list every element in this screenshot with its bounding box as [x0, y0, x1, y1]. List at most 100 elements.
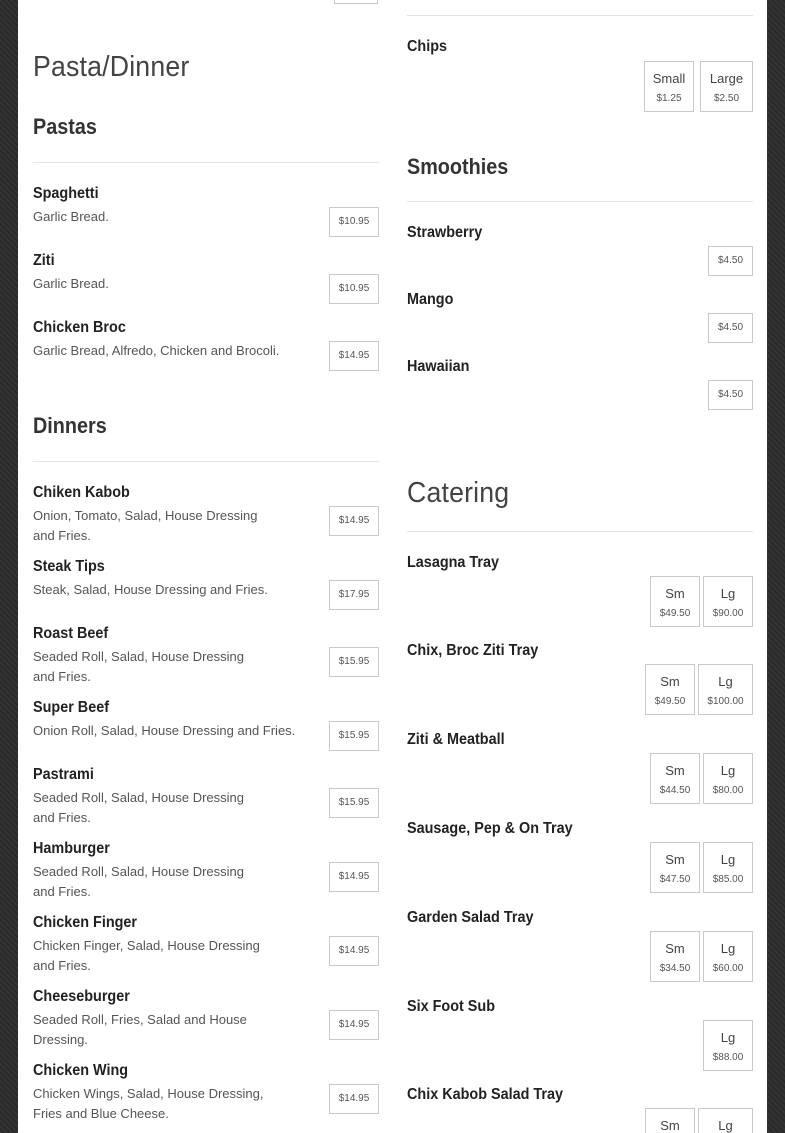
cut-off-price-box[interactable] [334, 0, 378, 4]
price-button[interactable]: $14.95 [329, 936, 379, 966]
menu-item-name: Chicken Wing [33, 1062, 129, 1079]
size-price: $2.50 [713, 93, 740, 104]
menu-item-name: Chix, Broc Ziti Tray [407, 642, 539, 659]
price-button[interactable]: $14.95 [329, 506, 379, 536]
price-button[interactable]: $10.95 [329, 207, 379, 237]
menu-item-name: Mango [407, 291, 454, 308]
price-button[interactable]: $4.50 [708, 380, 753, 410]
price-button[interactable]: $14.95 [329, 862, 379, 892]
menu-item-name: Hamburger [33, 840, 110, 857]
size-label: Lg [720, 763, 736, 778]
menu-item-name: Chicken Broc [33, 319, 126, 336]
menu-item-desc: Garlic Bread. [33, 276, 109, 291]
size-button-sm[interactable]: Sm $34.50 [650, 931, 700, 982]
section-title-pasta-dinner: Pasta/Dinner [33, 51, 190, 83]
menu-item-name: Six Foot Sub [407, 998, 496, 1015]
size-button-sm[interactable]: Sm [645, 1108, 695, 1133]
size-price: $34.50 [659, 963, 691, 974]
menu-item-desc: Steak, Salad, House Dressing and Fries. [33, 582, 268, 597]
category-title-smoothies: Smoothies [407, 154, 509, 179]
size-price: $49.50 [654, 696, 686, 707]
size-label: Lg [720, 1030, 736, 1045]
price-button[interactable]: $17.95 [329, 580, 379, 610]
menu-item-name: Super Beef [33, 699, 110, 716]
price-button[interactable]: $10.95 [329, 274, 379, 304]
size-price: $1.25 [656, 93, 682, 104]
menu-item-desc: Garlic Bread. [33, 209, 109, 224]
divider [33, 162, 379, 163]
menu-page: Pasta/Dinner Pastas Spaghetti Garlic Bre… [18, 0, 767, 1133]
size-button-lg[interactable]: Lg $90.00 [703, 576, 753, 627]
size-label: Sm [660, 674, 680, 689]
menu-item-desc: Seaded Roll, Fries, Salad and House Dres… [33, 1012, 247, 1047]
size-button-sm[interactable]: Sm $47.50 [650, 842, 700, 893]
price-button[interactable]: $14.95 [329, 1084, 379, 1114]
menu-item-name: Sausage, Pep & On Tray [407, 820, 573, 837]
size-button-small[interactable]: Small $1.25 [644, 61, 694, 112]
size-button-large[interactable]: Large $2.50 [700, 61, 753, 112]
price-button[interactable]: $4.50 [708, 246, 753, 276]
menu-item-desc: Chicken Wings, Salad, House Dressing, Fr… [33, 1086, 264, 1121]
size-price: $44.50 [659, 785, 691, 796]
menu-item-desc: Chicken Finger, Salad, House Dressing an… [33, 938, 260, 973]
divider [33, 461, 379, 462]
menu-item-desc: Seaded Roll, Salad, House Dressing and F… [33, 790, 245, 825]
size-price: $49.50 [659, 608, 691, 619]
size-price: $88.00 [712, 1052, 744, 1063]
menu-item-name: Strawberry [407, 224, 483, 241]
menu-item-desc: Garlic Bread, Alfredo, Chicken and Broco… [33, 343, 280, 358]
price-button[interactable]: $15.95 [329, 788, 379, 818]
menu-item-name: Ziti & Meatball [407, 731, 505, 748]
size-label: Lg [720, 941, 736, 956]
size-button-lg[interactable]: Lg [698, 1108, 753, 1133]
price-button[interactable]: $15.95 [329, 647, 379, 677]
size-label: Lg [718, 1118, 733, 1133]
menu-item-desc: Seaded Roll, Salad, House Dressing and F… [33, 864, 245, 899]
menu-item-name: Spaghetti [33, 185, 99, 202]
size-label: Sm [665, 763, 685, 778]
size-price: $90.00 [712, 608, 744, 619]
divider [407, 531, 753, 532]
size-button-lg[interactable]: Lg $60.00 [703, 931, 753, 982]
size-price: $47.50 [659, 874, 691, 885]
divider [407, 15, 753, 16]
divider [407, 201, 753, 202]
menu-item-name: Cheeseburger [33, 988, 130, 1005]
size-button-lg[interactable]: Lg $100.00 [698, 664, 753, 715]
size-button-sm[interactable]: Sm $44.50 [650, 753, 700, 804]
menu-item-name: Pastrami [33, 766, 94, 783]
size-price: $85.00 [712, 874, 744, 885]
menu-item-desc: Onion Roll, Salad, House Dressing and Fr… [33, 723, 296, 738]
menu-item-name: Steak Tips [33, 558, 105, 575]
size-label: Large [709, 71, 744, 86]
size-button-sm[interactable]: Sm $49.50 [650, 576, 700, 627]
size-price: $80.00 [712, 785, 744, 796]
menu-item-name: Lasagna Tray [407, 554, 500, 571]
menu-item-name: Roast Beef [33, 625, 109, 642]
size-label: Lg [718, 674, 733, 689]
size-label: Small [652, 71, 686, 86]
menu-item-name: Chicken Finger [33, 914, 138, 931]
size-button-sm[interactable]: Sm $49.50 [645, 664, 695, 715]
price-button[interactable]: $14.95 [329, 341, 379, 371]
size-button-lg[interactable]: Lg $80.00 [703, 753, 753, 804]
size-label: Lg [720, 852, 736, 867]
menu-item-name: Hawaiian [407, 358, 470, 375]
section-title-catering: Catering [407, 477, 510, 509]
menu-item-desc: Onion, Tomato, Salad, House Dressing and… [33, 508, 258, 543]
size-label: Sm [665, 586, 685, 601]
size-label: Sm [665, 941, 685, 956]
menu-item-name: Ziti [33, 252, 55, 269]
price-button[interactable]: $15.95 [329, 721, 379, 751]
size-button-lg[interactable]: Lg $88.00 [703, 1020, 753, 1071]
category-title-dinners: Dinners [33, 413, 107, 438]
menu-item-desc: Seaded Roll, Salad, House Dressing and F… [33, 649, 245, 684]
price-button[interactable]: $4.50 [708, 313, 753, 343]
price-button[interactable]: $14.95 [329, 1010, 379, 1040]
size-label: Lg [720, 586, 736, 601]
menu-item-name: Chiken Kabob [33, 484, 130, 501]
category-title-pastas: Pastas [33, 114, 97, 139]
size-button-lg[interactable]: Lg $85.00 [703, 842, 753, 893]
menu-item-name: Chix Kabob Salad Tray [407, 1086, 564, 1103]
size-price: $100.00 [707, 696, 744, 707]
